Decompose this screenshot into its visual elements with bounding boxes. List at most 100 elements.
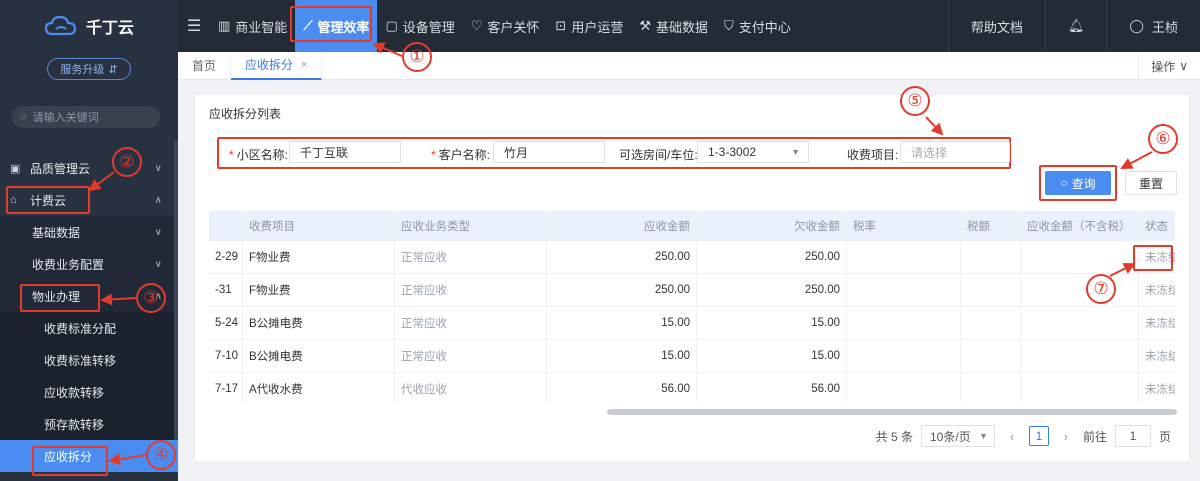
tab-home[interactable]: 首页 <box>178 51 232 80</box>
sidebar-item-prepaid-transfer[interactable]: 预存款转移 <box>0 408 178 440</box>
fee-item-select[interactable]: 请选择 <box>900 141 1010 163</box>
table-cell-amount: 15.00 <box>547 307 697 339</box>
table-cell-empty <box>1021 274 1139 306</box>
fee-item-label: 收费项目: <box>847 148 899 162</box>
nav-business-intelligence[interactable]: ▥ 商业智能 <box>210 0 295 52</box>
table-row: -31F物业费正常应收250.00250.00未冻结拆分 <box>209 274 1175 307</box>
close-icon[interactable]: × <box>301 59 307 71</box>
help-docs-link[interactable]: 帮助文档 <box>947 0 1045 52</box>
current-page[interactable]: 1 <box>1028 426 1049 446</box>
table-cell-empty <box>1021 307 1139 339</box>
room-select[interactable]: 1-3-3002 ▼ <box>697 141 809 163</box>
upgrade-button[interactable]: 服务升级 ⇵ <box>47 58 131 80</box>
sidebar-item-standard-assign[interactable]: 收费标准分配 <box>0 312 178 344</box>
col-header: 税额 <box>961 211 1021 240</box>
logo[interactable]: 千丁云 <box>0 0 178 52</box>
building-icon: ▥ <box>218 18 231 33</box>
heart-icon: ♡ <box>470 18 483 33</box>
menu-toggle-icon[interactable]: ☰ <box>178 16 210 36</box>
user-menu[interactable]: ◯ 王桢 <box>1106 0 1200 52</box>
upgrade-label: 服务升级 <box>60 64 105 76</box>
nav-payment-center[interactable]: ⛉ 支付中心 <box>716 0 799 52</box>
table-cell-status: 未冻结 <box>1139 274 1175 306</box>
table-row: 5-24B公摊电费正常应收15.0015.00未冻结拆分 <box>209 307 1175 340</box>
table-cell-empty <box>847 274 961 306</box>
page-size-select[interactable]: 10条/页 ▼ <box>920 425 995 447</box>
annotation-marker-1: ① <box>402 42 432 72</box>
receivable-split-panel: 应收拆分列表 * 小区名称: 千丁互联 * 客户名称: 竹月 可选房间/车位: 1-… <box>194 94 1190 462</box>
next-page-icon[interactable]: › <box>1057 429 1075 444</box>
sidebar-item-label: 收费标准分配 <box>44 321 117 336</box>
highlight-box-nav <box>290 6 372 42</box>
chevron-up-icon: ∧ <box>154 194 162 206</box>
query-button[interactable]: ○ 查询 <box>1045 171 1111 195</box>
table-cell-owed: 15.00 <box>697 307 847 339</box>
caret-down-icon: ▼ <box>791 147 800 157</box>
reset-button[interactable]: 重置 <box>1125 171 1177 195</box>
col-header: 应收业务类型 <box>395 211 547 240</box>
sidebar-item-label: 基础数据 <box>32 225 81 240</box>
sidebar-item-fee-config[interactable]: 收费业务配置 ∨ <box>0 248 178 280</box>
sidebar-item-basic-data[interactable]: 基础数据 ∨ <box>0 216 178 248</box>
sidebar-item-quality[interactable]: ▣ 品质管理云 ∨ <box>0 152 178 184</box>
community-input[interactable]: 千丁互联 <box>289 141 401 163</box>
table-cell-amount: 56.00 <box>547 373 697 403</box>
query-label: 查询 <box>1071 176 1096 191</box>
table-row: 2-29F物业费正常应收250.00250.00未冻结拆分 <box>209 241 1175 274</box>
caret-down-icon: ▼ <box>979 431 988 441</box>
panel-title: 应收拆分列表 <box>209 107 282 121</box>
goto-page-input[interactable]: 1 <box>1114 425 1151 447</box>
wrench-icon: ⚒ <box>639 18 651 33</box>
sidebar-item-standard-transfer[interactable]: 收费标准转移 <box>0 344 178 376</box>
nav-basic-data[interactable]: ⚒ 基础数据 <box>631 0 716 52</box>
nav-label: 设备管理 <box>402 19 455 35</box>
room-select-value: 1-3-3002 <box>708 145 757 159</box>
sidebar-scrollbar[interactable] <box>174 140 178 440</box>
table-horizontal-scrollbar[interactable] <box>607 409 1177 415</box>
chevron-down-icon: ∨ <box>154 258 162 270</box>
highlight-box-split-menu <box>32 446 108 476</box>
nav-label: 用户运营 <box>571 19 624 35</box>
page-size-value: 10条/页 <box>929 429 971 444</box>
prev-page-icon[interactable]: ‹ <box>1003 429 1021 444</box>
app-root: 千丁云 服务升级 ⇵ ○ 请输入关键词 ▣ 品质管理云 ∨ ⌂ 计费云 ∧ 基础… <box>0 0 1200 481</box>
annotation-marker-4: ④ <box>146 440 176 470</box>
table-cell-empty <box>1021 340 1139 372</box>
col-header: 应收金额（不含税） <box>1021 211 1139 240</box>
table-cell-item: F物业费 <box>243 241 395 273</box>
tab-label: 首页 <box>192 59 217 73</box>
col-header: 欠收金额 <box>697 211 847 240</box>
tab-operations-menu[interactable]: 操作 ∨ <box>1138 52 1200 80</box>
nav-customer-care[interactable]: ♡ 客户关怀 <box>463 0 548 52</box>
table-cell-item: B公摊电费 <box>243 307 395 339</box>
required-mark: * <box>431 148 436 162</box>
nav-user-operations[interactable]: ⊡ 用户运营 <box>547 0 631 52</box>
annotation-marker-3: ③ <box>136 283 166 313</box>
sidebar-item-receivable-transfer[interactable]: 应收款转移 <box>0 376 178 408</box>
cloud-logo-icon <box>44 15 77 36</box>
notification-button[interactable]: 🔔︎ <box>1044 0 1107 52</box>
user-name: 王桢 <box>1151 19 1178 35</box>
sidebar-item-label: 收费业务配置 <box>32 257 105 272</box>
table-row: 7-17A代收水费代收应收56.0056.00未冻结拆分 <box>209 373 1175 403</box>
table-cell-owed: 15.00 <box>697 340 847 372</box>
customer-label-text: 客户名称: <box>438 148 491 162</box>
table-cell-empty <box>847 340 961 372</box>
split-highlight-frame <box>1133 245 1173 271</box>
table-cell-amount: 15.00 <box>547 340 697 372</box>
nav-label: 基础数据 <box>656 19 709 35</box>
tab-receivable-split[interactable]: 应收拆分 × <box>231 51 323 80</box>
customer-input[interactable]: 竹月 <box>493 141 605 163</box>
table-cell-empty <box>1021 373 1139 403</box>
table-cell-date: 2-29 <box>209 241 243 273</box>
table-cell-type: 代收应收 <box>395 373 547 403</box>
col-header: 状态 <box>1139 211 1175 240</box>
chevron-down-icon: ∨ <box>154 162 162 174</box>
customer-label: * 客户名称: <box>431 146 490 163</box>
sidebar-item-label: 应收款转移 <box>44 385 105 400</box>
community-label-text: 小区名称: <box>236 148 289 162</box>
table-cell-type: 正常应收 <box>395 340 547 372</box>
col-header: 收费项目 <box>243 211 395 240</box>
sidebar-search-input[interactable]: ○ 请输入关键词 <box>12 106 160 128</box>
required-mark: * <box>229 148 234 162</box>
